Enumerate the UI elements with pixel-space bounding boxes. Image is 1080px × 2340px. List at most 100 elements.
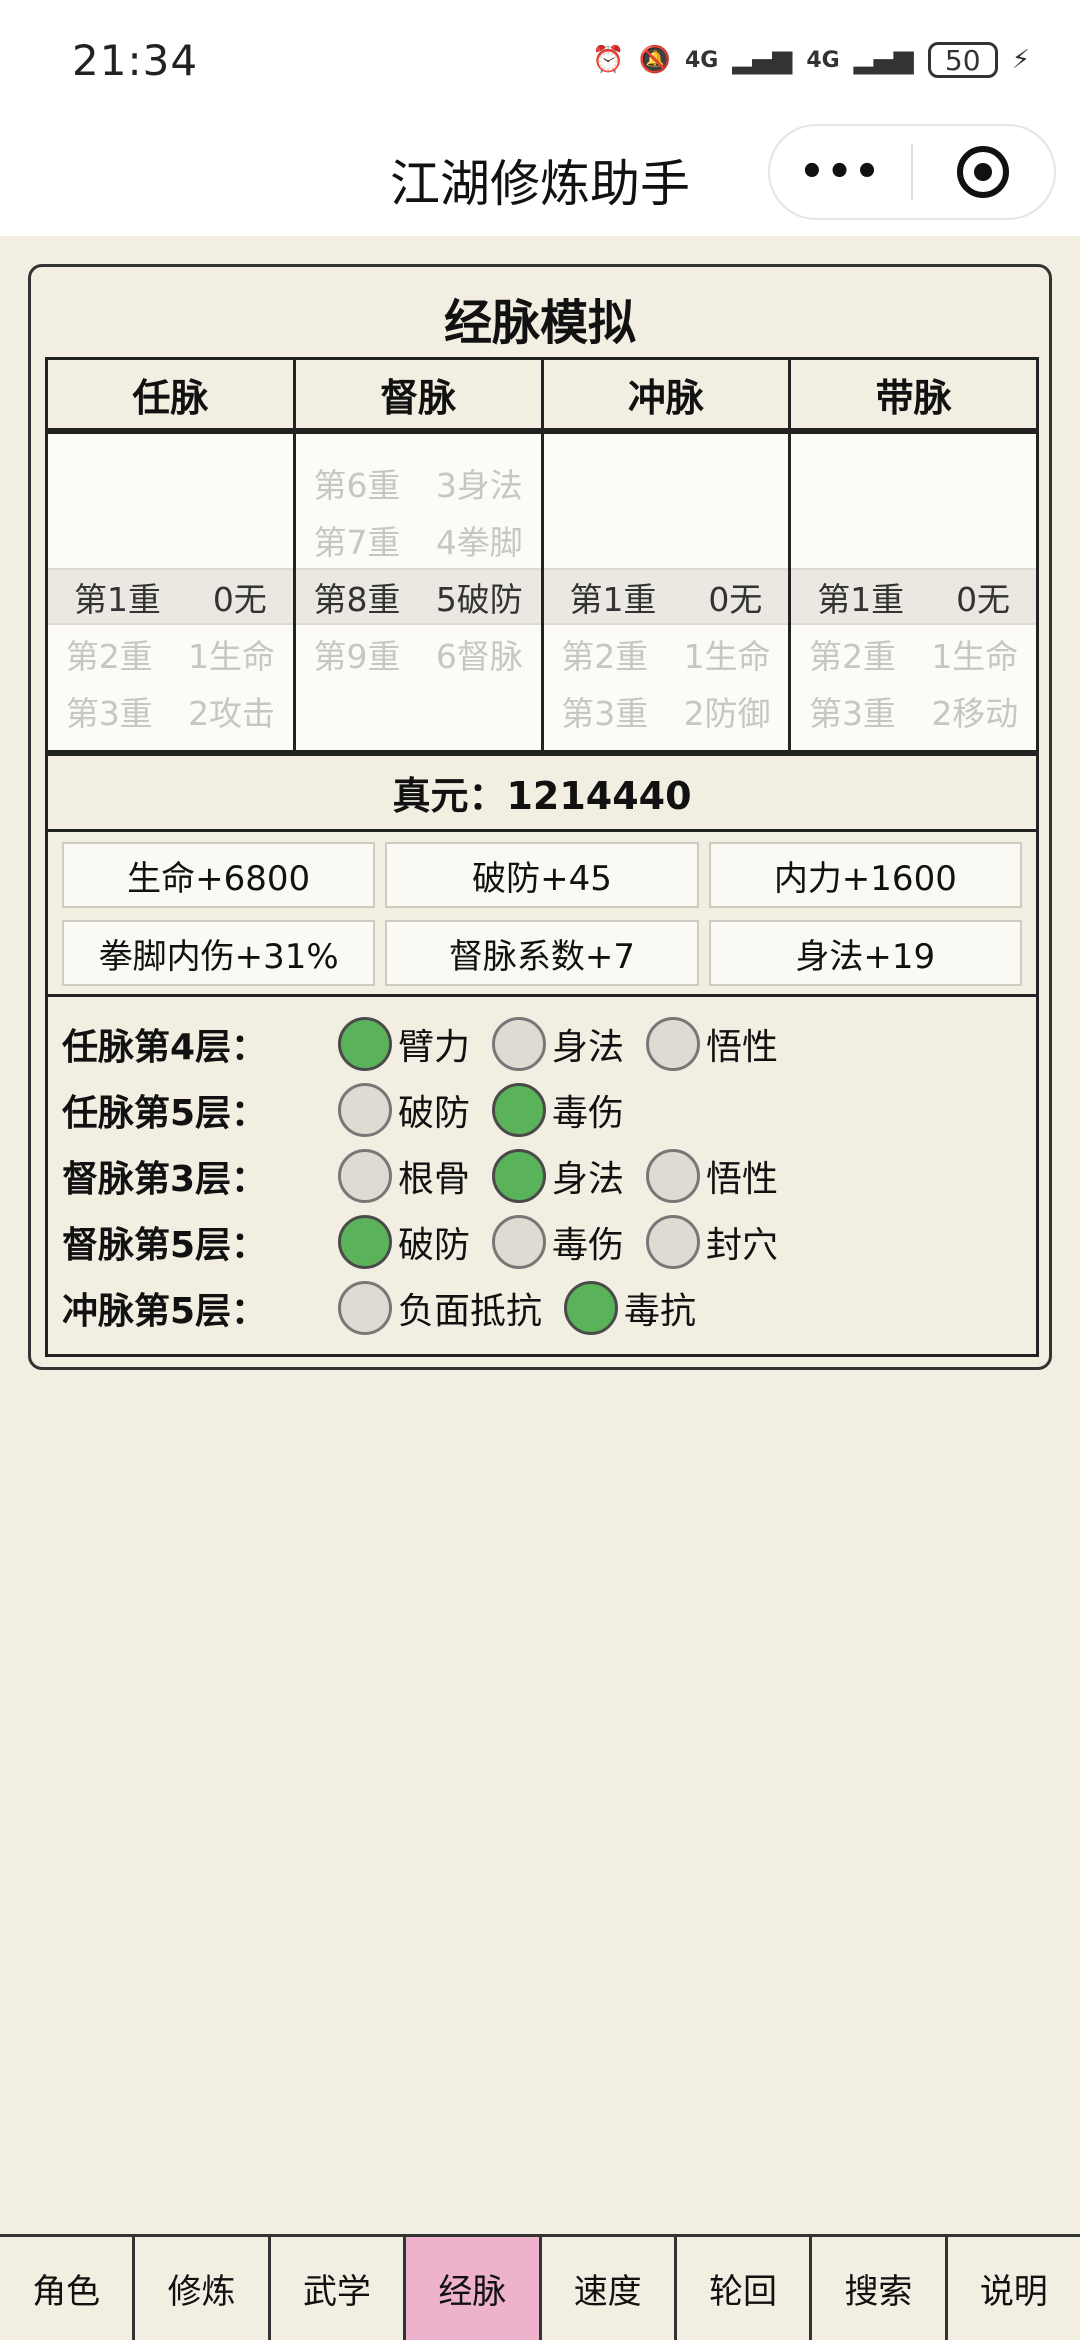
picker-row[interactable]: 第1重 0无 <box>791 568 1036 625</box>
picker-value: 0无 <box>212 579 267 619</box>
radio-dot[interactable] <box>646 1215 701 1269</box>
layer-choices: 任脉第4层： 臂力 身法 悟性 任脉第5层： 破防 毒伤 督脉第3层： 根骨 身… <box>48 997 1036 1341</box>
choice-label: 督脉第3层： <box>62 1159 268 1200</box>
radio-dot-selected[interactable] <box>492 1149 547 1203</box>
more-button[interactable]: ••• <box>770 149 911 195</box>
picker-row[interactable]: 第2重 1生命 <box>791 625 1036 682</box>
radio-dot[interactable] <box>492 1215 547 1269</box>
tab-cultivate[interactable]: 修炼 <box>135 2237 271 2340</box>
radio-dot[interactable] <box>338 1149 392 1203</box>
tab-help[interactable]: 说明 <box>948 2237 1080 2340</box>
signal-4g-icon-2: 4G <box>806 47 840 73</box>
picker-row[interactable]: 第3重 2移动 <box>791 682 1036 739</box>
status-bar: 21:34 ⏰ 🔕 4G ▂▄▆ 4G ▂▄▆ 50 ⚡ <box>0 0 1080 120</box>
picker-level: 第2重 <box>65 636 153 676</box>
signal-4g-icon: 4G <box>684 47 719 73</box>
picker-row[interactable]: 第1重 0无 <box>48 568 293 625</box>
picker-value: 6督脉 <box>435 636 523 676</box>
mute-bell-icon: 🔕 <box>638 45 671 75</box>
picker-level: 第6重 <box>313 465 401 505</box>
radio-option[interactable]: 破防 <box>338 1083 470 1137</box>
choice-row-ren-5: 任脉第5层： 破防 毒伤 <box>62 1077 1036 1143</box>
tab-role[interactable]: 角色 <box>0 2237 136 2340</box>
picker-value: 0无 <box>956 579 1011 619</box>
radio-option[interactable]: 根骨 <box>338 1149 470 1203</box>
charging-icon: ⚡ <box>1011 45 1030 75</box>
picker-level: 第1重 <box>817 579 905 619</box>
picker-row[interactable]: 第7重 4拳脚 <box>296 511 541 568</box>
radio-option[interactable]: 身法 <box>492 1149 624 1203</box>
radio-option-label: 毒伤 <box>552 1225 625 1266</box>
picker-level: 第7重 <box>313 522 401 562</box>
radio-option[interactable]: 身法 <box>492 1017 624 1071</box>
picker-value: 5破防 <box>435 579 523 619</box>
picker-dai[interactable]: 第1重 0无 第2重 1生命 第3重 2移动 <box>791 434 1036 750</box>
choice-label: 督脉第5层： <box>62 1225 268 1266</box>
radio-dot[interactable] <box>338 1281 392 1335</box>
radio-option[interactable]: 悟性 <box>646 1149 778 1203</box>
picker-row[interactable]: 第1重 0无 <box>544 568 789 625</box>
bonus-grid: 生命+6800 破防+45 内力+1600 拳脚内伤+31% 督脉系数+7 身法… <box>48 832 1036 997</box>
close-button[interactable] <box>913 146 1054 198</box>
radio-option[interactable]: 毒伤 <box>492 1215 624 1269</box>
radio-dot[interactable] <box>646 1149 701 1203</box>
radio-dot-selected[interactable] <box>564 1281 619 1335</box>
signal-bars-icon: ▂▄▆ <box>732 45 793 75</box>
radio-option-label: 身法 <box>552 1027 625 1068</box>
radio-dot-selected[interactable] <box>492 1083 547 1137</box>
column-header-ren: 任脉 <box>48 360 296 428</box>
column-header-dai: 带脉 <box>875 375 952 420</box>
choice-row-chong-5: 冲脉第5层： 负面抵抗 毒抗 <box>62 1275 1036 1341</box>
radio-option[interactable]: 悟性 <box>646 1017 778 1071</box>
tab-meridians[interactable]: 经脉 <box>406 2237 542 2340</box>
picker-level: 第3重 <box>65 693 153 733</box>
picker-value: 1生命 <box>683 636 771 676</box>
picker-row[interactable]: 第9重 6督脉 <box>296 625 541 682</box>
tab-speed[interactable]: 速度 <box>542 2237 677 2340</box>
radio-option[interactable]: 毒伤 <box>492 1083 624 1137</box>
mini-program-capsule: ••• <box>768 124 1056 220</box>
tab-martial-arts[interactable]: 武学 <box>271 2237 407 2340</box>
meridian-pickers: 第1重 0无 第2重 1生命 第3重 2攻击 第6重 3身法 第7重 4拳脚 第… <box>48 434 1036 750</box>
picker-row[interactable]: 第2重 1生命 <box>48 625 293 682</box>
radio-option-label: 毒伤 <box>552 1093 625 1134</box>
radio-option[interactable]: 臂力 <box>338 1017 470 1071</box>
picker-value: 1生命 <box>931 636 1019 676</box>
picker-level: 第3重 <box>808 693 896 733</box>
radio-option[interactable]: 负面抵抗 <box>338 1281 542 1335</box>
tab-rebirth[interactable]: 轮回 <box>677 2237 813 2340</box>
title-bar: 江湖修炼助手 ••• <box>0 120 1080 236</box>
status-icons: ⏰ 🔕 4G ▂▄▆ 4G ▂▄▆ 50 ⚡ <box>592 42 1030 78</box>
status-time: 21:34 <box>72 35 199 85</box>
choice-label: 冲脉第5层： <box>62 1291 268 1332</box>
radio-option[interactable]: 封穴 <box>646 1215 778 1269</box>
picker-row[interactable]: 第2重 1生命 <box>544 625 789 682</box>
radio-dot[interactable] <box>646 1017 701 1071</box>
radio-option[interactable]: 破防 <box>338 1215 470 1269</box>
picker-value: 2移动 <box>931 693 1019 733</box>
picker-row[interactable]: 第6重 3身法 <box>296 454 541 511</box>
radio-option-label: 悟性 <box>706 1159 779 1200</box>
radio-option-label: 封穴 <box>706 1225 779 1266</box>
battery-icon: 50 <box>927 42 998 78</box>
choice-row-du-3: 督脉第3层： 根骨 身法 悟性 <box>62 1143 1036 1209</box>
column-header-chong: 冲脉 <box>544 360 792 428</box>
column-header-du: 督脉 <box>296 360 544 428</box>
choice-row-ren-4: 任脉第4层： 臂力 身法 悟性 <box>62 1011 1036 1077</box>
picker-du[interactable]: 第6重 3身法 第7重 4拳脚 第8重 5破防 第9重 6督脉 <box>295 434 544 750</box>
bonus-badge: 生命+6800 <box>62 842 376 908</box>
picker-row[interactable]: 第3重 2防御 <box>544 682 789 739</box>
radio-dot-selected[interactable] <box>338 1017 392 1071</box>
radio-option-label: 身法 <box>552 1159 625 1200</box>
radio-dot[interactable] <box>492 1017 547 1071</box>
tab-search[interactable]: 搜索 <box>812 2237 948 2340</box>
picker-chong[interactable]: 第1重 0无 第2重 1生命 第3重 2防御 <box>543 434 792 750</box>
radio-option-label: 破防 <box>398 1225 471 1266</box>
picker-ren[interactable]: 第1重 0无 第2重 1生命 第3重 2攻击 <box>48 434 296 750</box>
picker-level: 第3重 <box>561 693 649 733</box>
radio-dot[interactable] <box>338 1083 392 1137</box>
radio-option[interactable]: 毒抗 <box>564 1281 696 1335</box>
radio-dot-selected[interactable] <box>338 1215 392 1269</box>
picker-row[interactable]: 第8重 5破防 <box>296 568 541 625</box>
picker-row[interactable]: 第3重 2攻击 <box>48 682 293 739</box>
